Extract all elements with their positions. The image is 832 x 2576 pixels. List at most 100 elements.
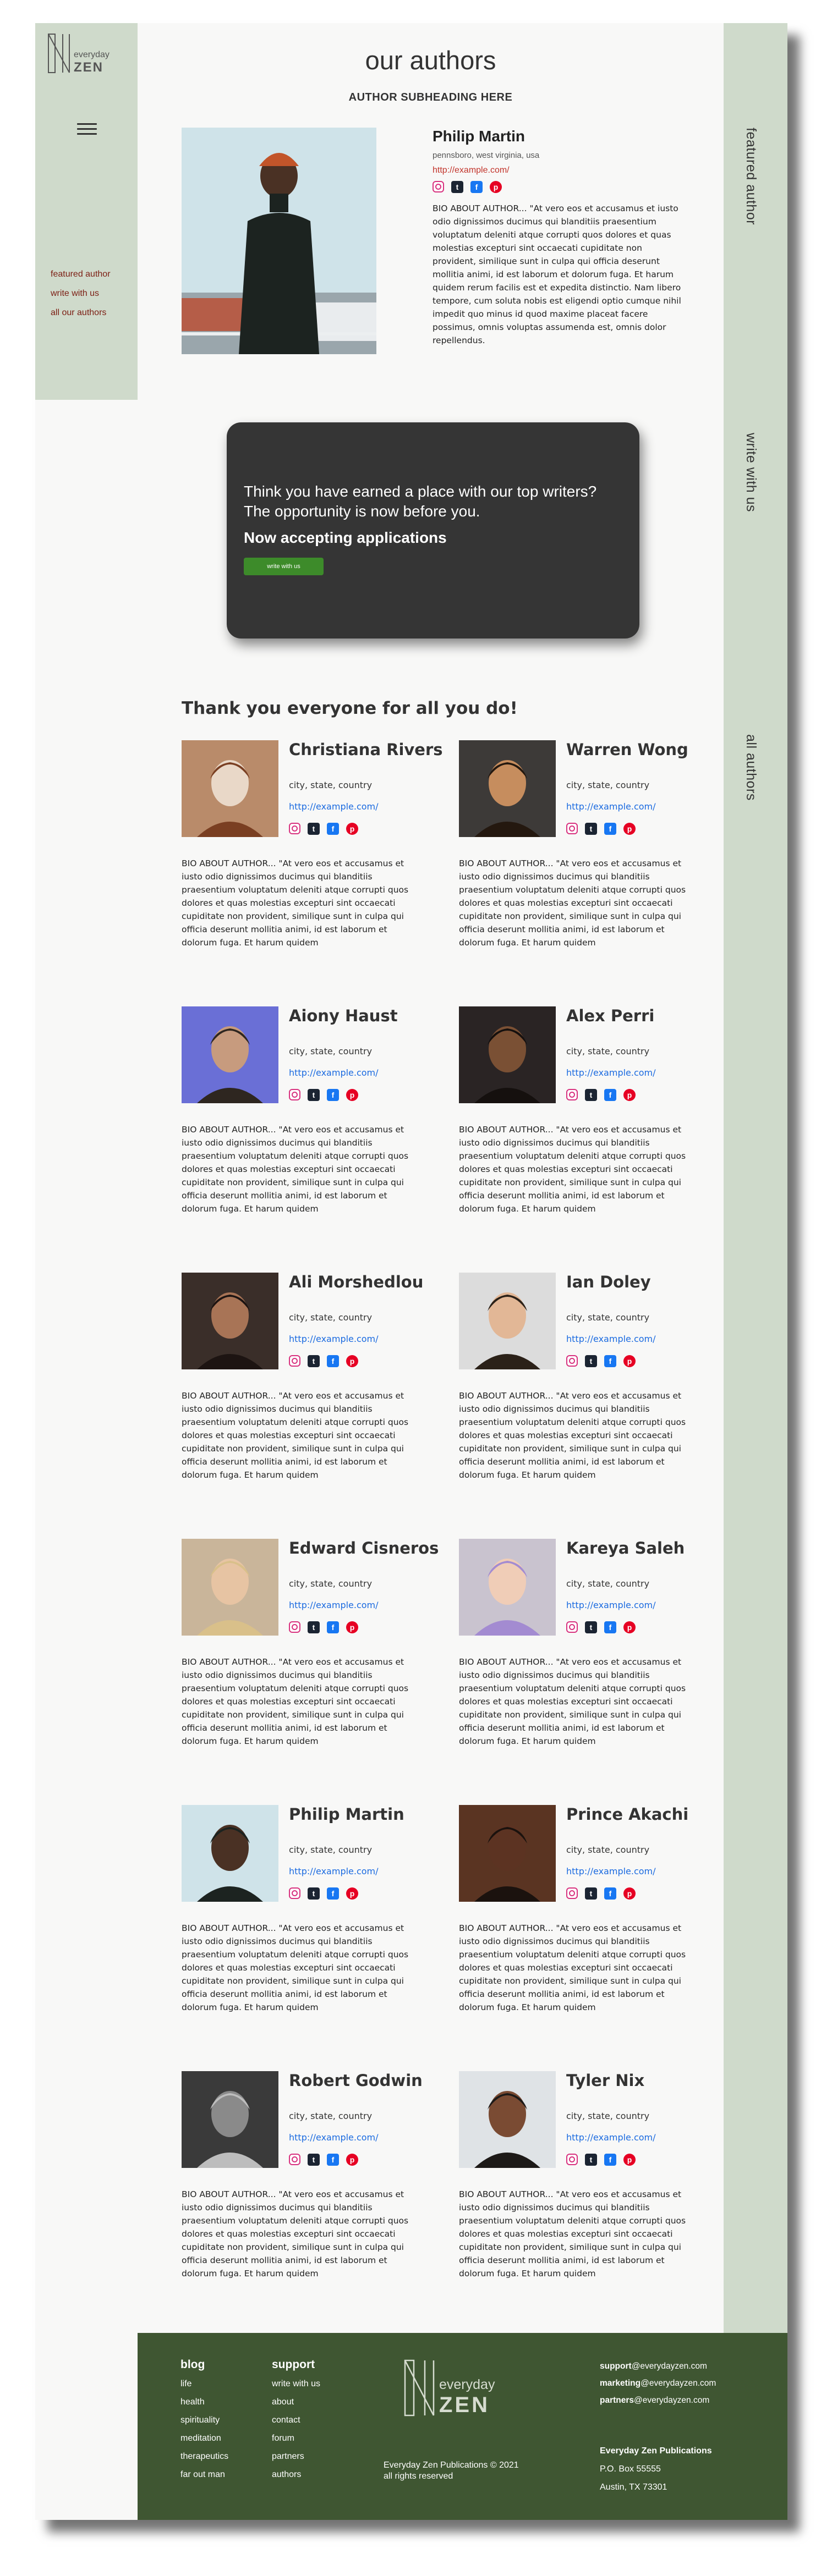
- tumblr-icon[interactable]: t: [308, 1089, 320, 1101]
- pinterest-icon[interactable]: p: [623, 1621, 636, 1633]
- featured-author-url[interactable]: http://example.com/: [433, 166, 686, 175]
- author-photo: [459, 1006, 556, 1103]
- author-url[interactable]: http://example.com/: [566, 1600, 656, 1610]
- facebook-icon[interactable]: f: [604, 1887, 616, 1900]
- pinterest-icon[interactable]: p: [623, 2154, 636, 2166]
- rail-link-write-with-us[interactable]: write with us: [743, 433, 759, 512]
- pinterest-icon[interactable]: p: [346, 2154, 358, 2166]
- author-url[interactable]: http://example.com/: [289, 1600, 379, 1610]
- instagram-icon[interactable]: [433, 181, 444, 192]
- instagram-icon[interactable]: [289, 1089, 300, 1100]
- tumblr-icon[interactable]: t: [308, 1355, 320, 1367]
- facebook-icon[interactable]: f: [327, 2154, 339, 2166]
- instagram-icon[interactable]: [289, 2154, 300, 2165]
- author-url[interactable]: http://example.com/: [566, 801, 656, 812]
- footer-link-about[interactable]: about: [272, 2397, 320, 2407]
- facebook-icon[interactable]: f: [327, 1089, 339, 1101]
- tumblr-icon[interactable]: t: [585, 1355, 597, 1367]
- tumblr-icon[interactable]: t: [585, 823, 597, 835]
- footer-logo[interactable]: everyday ZEN: [404, 2357, 514, 2418]
- author-url[interactable]: http://example.com/: [289, 2132, 379, 2143]
- sidebar-link-all-our-authors[interactable]: all our authors: [51, 308, 111, 318]
- author-url[interactable]: http://example.com/: [289, 1067, 379, 1078]
- author-name: Alex Perri: [566, 1006, 655, 1025]
- facebook-icon[interactable]: f: [604, 823, 616, 835]
- hamburger-menu-icon[interactable]: [76, 120, 98, 139]
- facebook-icon[interactable]: f: [327, 1355, 339, 1367]
- facebook-icon[interactable]: f: [604, 1621, 616, 1633]
- instagram-icon[interactable]: [566, 1355, 578, 1367]
- pinterest-icon[interactable]: p: [346, 1089, 358, 1101]
- author-url[interactable]: http://example.com/: [566, 2132, 656, 2143]
- pinterest-icon[interactable]: p: [346, 1621, 358, 1633]
- footer-link-forum[interactable]: forum: [272, 2434, 320, 2443]
- pinterest-icon[interactable]: p: [346, 823, 358, 835]
- instagram-icon[interactable]: [289, 1887, 300, 1899]
- pinterest-icon[interactable]: p: [490, 181, 502, 193]
- email-partners[interactable]: partners@everydayzen.com: [600, 2392, 716, 2409]
- footer-link-contact[interactable]: contact: [272, 2415, 320, 2425]
- author-url[interactable]: http://example.com/: [289, 1334, 379, 1344]
- pinterest-icon[interactable]: p: [623, 1089, 636, 1101]
- footer-link-meditation[interactable]: meditation: [180, 2434, 228, 2443]
- pinterest-icon[interactable]: p: [346, 1887, 358, 1900]
- instagram-icon[interactable]: [289, 1621, 300, 1633]
- tumblr-icon[interactable]: t: [585, 1887, 597, 1900]
- facebook-icon[interactable]: f: [604, 1355, 616, 1367]
- everyday-zen-logo[interactable]: everyday ZEN: [47, 31, 119, 75]
- author-social: t f p: [289, 1887, 358, 1900]
- instagram-icon[interactable]: [566, 2154, 578, 2165]
- instagram-icon[interactable]: [289, 1355, 300, 1367]
- facebook-icon[interactable]: f: [604, 2154, 616, 2166]
- facebook-icon[interactable]: f: [327, 823, 339, 835]
- email-support[interactable]: support@everydayzen.com: [600, 2358, 716, 2375]
- footer-link-spirituality[interactable]: spirituality: [180, 2415, 228, 2425]
- write-with-us-button[interactable]: write with us: [244, 558, 324, 575]
- pinterest-icon[interactable]: p: [623, 1355, 636, 1367]
- pinterest-icon[interactable]: p: [346, 1355, 358, 1367]
- tumblr-icon[interactable]: t: [451, 181, 463, 193]
- instagram-icon[interactable]: [566, 1887, 578, 1899]
- author-url[interactable]: http://example.com/: [566, 1866, 656, 1876]
- tumblr-icon[interactable]: t: [308, 1621, 320, 1633]
- tumblr-icon[interactable]: t: [585, 1089, 597, 1101]
- featured-author-photo: [182, 128, 376, 354]
- sidebar-link-featured-author[interactable]: featured author: [51, 269, 111, 279]
- instagram-icon[interactable]: [566, 823, 578, 834]
- tumblr-icon[interactable]: t: [585, 2154, 597, 2166]
- author-location: city, state, country: [289, 1845, 373, 1855]
- author-photo: [182, 1006, 278, 1103]
- footer-link-therapeutics[interactable]: therapeutics: [180, 2452, 228, 2462]
- instagram-icon[interactable]: [289, 823, 300, 834]
- footer-link-life[interactable]: life: [180, 2379, 228, 2389]
- instagram-icon[interactable]: [566, 1621, 578, 1633]
- footer-link-partners[interactable]: partners: [272, 2452, 320, 2462]
- footer-link-far-out-man[interactable]: far out man: [180, 2470, 228, 2480]
- rail-link-featured-author[interactable]: featured author: [743, 128, 759, 225]
- email-marketing[interactable]: marketing@everydayzen.com: [600, 2375, 716, 2392]
- author-url[interactable]: http://example.com/: [289, 801, 379, 812]
- pinterest-icon[interactable]: p: [623, 823, 636, 835]
- footer-link-authors[interactable]: authors: [272, 2470, 320, 2480]
- facebook-icon[interactable]: f: [604, 1089, 616, 1101]
- author-name: Ian Doley: [566, 1273, 651, 1291]
- footer-link-health[interactable]: health: [180, 2397, 228, 2407]
- facebook-icon[interactable]: f: [470, 181, 483, 193]
- facebook-icon[interactable]: f: [327, 1887, 339, 1900]
- author-url[interactable]: http://example.com/: [566, 1334, 656, 1344]
- tumblr-icon[interactable]: t: [308, 823, 320, 835]
- author-name: Prince Akachi: [566, 1805, 689, 1824]
- facebook-icon[interactable]: f: [327, 1621, 339, 1633]
- author-photo: [459, 740, 556, 837]
- author-url[interactable]: http://example.com/: [566, 1067, 656, 1078]
- tumblr-icon[interactable]: t: [585, 1621, 597, 1633]
- footer-link-write-with-us[interactable]: write with us: [272, 2379, 320, 2389]
- tumblr-icon[interactable]: t: [308, 1887, 320, 1900]
- instagram-icon[interactable]: [566, 1089, 578, 1100]
- sidebar-link-write-with-us[interactable]: write with us: [51, 289, 111, 299]
- author-url[interactable]: http://example.com/: [289, 1866, 379, 1876]
- rail-link-all-authors[interactable]: all authors: [743, 734, 759, 801]
- tumblr-icon[interactable]: t: [308, 2154, 320, 2166]
- pinterest-icon[interactable]: p: [623, 1887, 636, 1900]
- featured-author-social: t f p: [433, 181, 686, 193]
